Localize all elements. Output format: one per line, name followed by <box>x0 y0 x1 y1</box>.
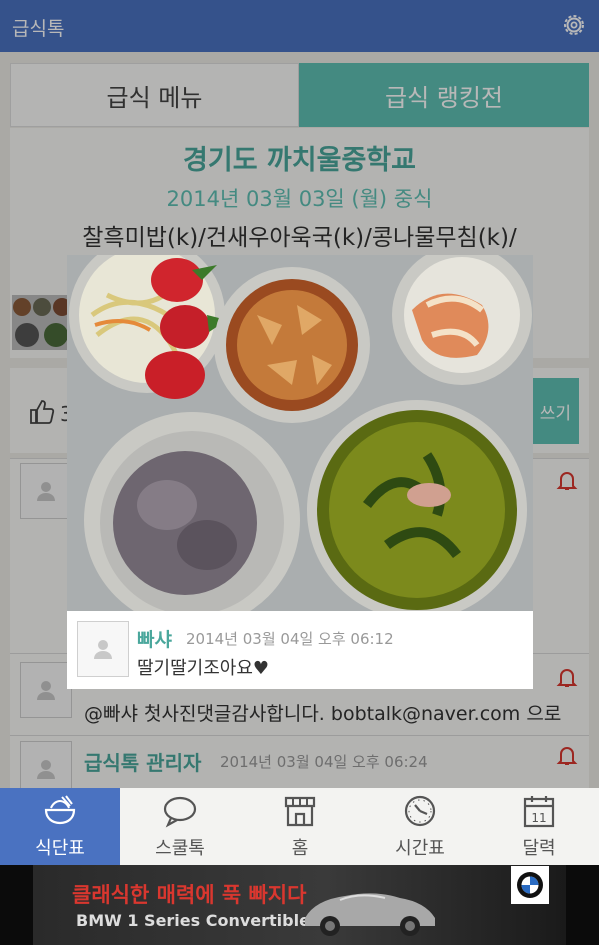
car-image <box>305 893 435 936</box>
speech-bubble-icon <box>163 796 197 828</box>
meal-photo <box>67 255 533 611</box>
nav-meal-table[interactable]: 식단표 <box>0 788 120 865</box>
user-icon <box>94 640 112 659</box>
calendar-icon: 11 <box>523 796 555 828</box>
popup-time: 2014년 03월 04일 오후 06:12 <box>186 630 394 648</box>
nav-home[interactable]: 홈 <box>240 788 360 865</box>
nav-school-talk[interactable]: 스쿨톡 <box>120 788 240 865</box>
clock-icon <box>404 795 436 827</box>
popup-comment: 딸기딸기조아요♥ <box>137 658 270 679</box>
store-icon <box>284 796 316 827</box>
nav-label: 스쿨톡 <box>155 838 205 859</box>
nav-label: 달력 <box>522 838 556 859</box>
nav-label: 시간표 <box>395 838 445 859</box>
ad-subtitle: BMW 1 Series Convertible <box>76 911 310 930</box>
ad-headline: 클래식한 매력에 푹 빠지다 <box>72 883 307 907</box>
bmw-logo <box>511 866 549 904</box>
popup-author: 빠샤 <box>137 629 172 651</box>
avatar[interactable] <box>77 621 129 677</box>
nav-label: 홈 <box>291 838 309 859</box>
nav-timetable[interactable]: 시간표 <box>360 788 480 865</box>
meal-bowl-icon <box>44 795 76 825</box>
svg-text:11: 11 <box>531 811 546 825</box>
nav-label: 식단표 <box>35 838 85 859</box>
bmw-logo-icon <box>517 872 543 898</box>
nav-calendar[interactable]: 11 달력 <box>479 788 599 865</box>
